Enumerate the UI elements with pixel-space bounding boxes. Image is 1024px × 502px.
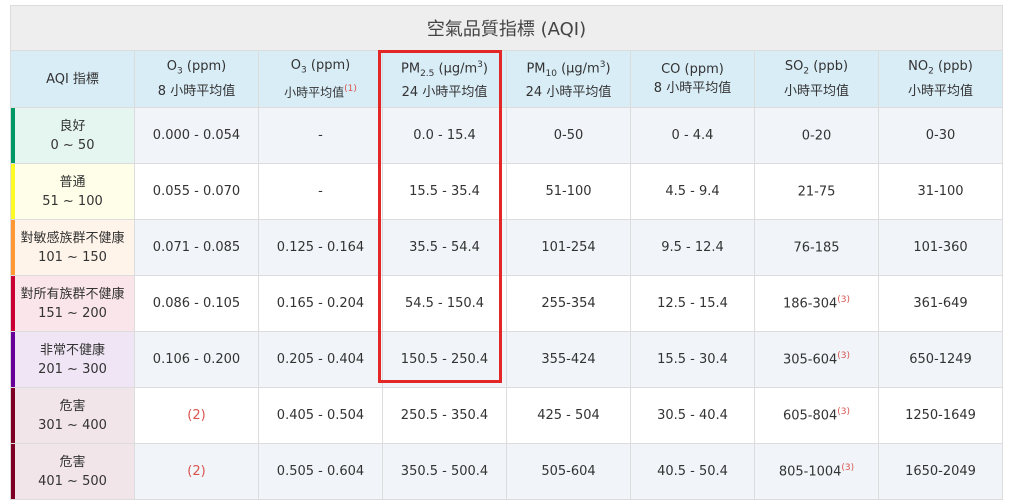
level-sensitive: 對敏感族群不健康 101 ~ 150 <box>10 219 135 276</box>
table-row: 普通 51 ~ 100 0.055 - 0.070 - 15.5 - 35.4 5… <box>10 163 1003 220</box>
header-o3-1h: O3 (ppm) 小時平均值(1) <box>258 50 383 108</box>
level-very-unhealthy: 非常不健康 201 ~ 300 <box>10 331 135 388</box>
cell-co: 15.5 - 30.4 <box>630 331 755 388</box>
cell-pm10: 425 - 504 <box>506 387 631 444</box>
cell-pm25: 250.5 - 350.4 <box>382 387 507 444</box>
cell-pm25: 35.5 - 54.4 <box>382 219 507 276</box>
cell-so2: 0-20 <box>754 107 879 164</box>
level-good: 良好 0 ~ 50 <box>10 107 135 164</box>
cell-pm25: 15.5 - 35.4 <box>382 163 507 220</box>
table-row: 危害 301 ~ 400 (2) 0.405 - 0.504 250.5 - 35… <box>10 387 1003 444</box>
header-row: AQI 指標 O3 (ppm) 8 小時平均值 O3 (ppm) 小時平均值(1… <box>10 50 1003 108</box>
cell-o3-1h: 0.125 - 0.164 <box>258 219 383 276</box>
level-hazardous: 危害 301 ~ 400 <box>10 387 135 444</box>
table-row: 非常不健康 201 ~ 300 0.106 - 0.200 0.205 - 0.4… <box>10 331 1003 388</box>
cell-no2: 1650-2049 <box>878 443 1003 500</box>
header-pm25: PM2.5 (μg/m3) 24 小時平均值 <box>382 50 507 108</box>
cell-o3-8h: (2) <box>134 443 259 500</box>
table-row: 良好 0 ~ 50 0.000 - 0.054 - 0.0 - 15.4 0-50… <box>10 107 1003 164</box>
header-no2: NO2 (ppb) 小時平均值 <box>878 50 1003 108</box>
header-co: CO (ppm) 8 小時平均值 <box>630 50 755 108</box>
cell-so2: 21-75 <box>754 163 879 220</box>
cell-o3-8h: 0.071 - 0.085 <box>134 219 259 276</box>
cell-no2: 361-649 <box>878 275 1003 332</box>
cell-o3-8h: 0.086 - 0.105 <box>134 275 259 332</box>
cell-no2: 0-30 <box>878 107 1003 164</box>
level-unhealthy: 對所有族群不健康 151 ~ 200 <box>10 275 135 332</box>
cell-so2: 76-185 <box>754 219 879 276</box>
cell-no2: 650-1249 <box>878 331 1003 388</box>
cell-co: 4.5 - 9.4 <box>630 163 755 220</box>
cell-co: 40.5 - 50.4 <box>630 443 755 500</box>
cell-o3-1h: 0.165 - 0.204 <box>258 275 383 332</box>
cell-pm25: 54.5 - 150.4 <box>382 275 507 332</box>
table-row: 危害 401 ~ 500 (2) 0.505 - 0.604 350.5 - 50… <box>10 443 1003 500</box>
cell-pm25: 150.5 - 250.4 <box>382 331 507 388</box>
cell-so2: 186-304(3) <box>754 275 879 332</box>
footnote-1: (1) <box>344 84 357 95</box>
cell-co: 0 - 4.4 <box>630 107 755 164</box>
cell-o3-1h: 0.405 - 0.504 <box>258 387 383 444</box>
cell-o3-8h: 0.055 - 0.070 <box>134 163 259 220</box>
cell-o3-8h: 0.000 - 0.054 <box>134 107 259 164</box>
cell-co: 12.5 - 15.4 <box>630 275 755 332</box>
cell-pm25: 350.5 - 500.4 <box>382 443 507 500</box>
cell-pm10: 355-424 <box>506 331 631 388</box>
table-row: 對敏感族群不健康 101 ~ 150 0.071 - 0.085 0.125 - … <box>10 219 1003 276</box>
cell-pm10: 255-354 <box>506 275 631 332</box>
header-so2: SO2 (ppb) 小時平均值 <box>754 50 879 108</box>
cell-pm10: 505-604 <box>506 443 631 500</box>
aqi-table: 空氣品質指標 (AQI) AQI 指標 O3 (ppm) 8 小時平均值 O3 … <box>10 5 1003 500</box>
cell-o3-1h: 0.205 - 0.404 <box>258 331 383 388</box>
aqi-table-container: 空氣品質指標 (AQI) AQI 指標 O3 (ppm) 8 小時平均值 O3 … <box>10 5 1003 501</box>
cell-pm25: 0.0 - 15.4 <box>382 107 507 164</box>
cell-o3-8h: 0.106 - 0.200 <box>134 331 259 388</box>
header-pm10: PM10 (μg/m3) 24 小時平均值 <box>506 50 631 108</box>
cell-o3-8h: (2) <box>134 387 259 444</box>
cell-no2: 31-100 <box>878 163 1003 220</box>
cell-pm10: 51-100 <box>506 163 631 220</box>
cell-no2: 101-360 <box>878 219 1003 276</box>
level-moderate: 普通 51 ~ 100 <box>10 163 135 220</box>
cell-o3-1h: - <box>258 107 383 164</box>
cell-so2: 305-604(3) <box>754 331 879 388</box>
cell-so2: 605-804(3) <box>754 387 879 444</box>
cell-pm10: 0-50 <box>506 107 631 164</box>
cell-o3-1h: - <box>258 163 383 220</box>
cell-so2: 805-1004(3) <box>754 443 879 500</box>
cell-o3-1h: 0.505 - 0.604 <box>258 443 383 500</box>
cell-co: 30.5 - 40.4 <box>630 387 755 444</box>
level-hazardous: 危害 401 ~ 500 <box>10 443 135 500</box>
cell-pm10: 101-254 <box>506 219 631 276</box>
header-o3-8h: O3 (ppm) 8 小時平均值 <box>134 50 259 108</box>
table-row: 對所有族群不健康 151 ~ 200 0.086 - 0.105 0.165 - … <box>10 275 1003 332</box>
cell-co: 9.5 - 12.4 <box>630 219 755 276</box>
table-title: 空氣品質指標 (AQI) <box>10 5 1003 51</box>
cell-no2: 1250-1649 <box>878 387 1003 444</box>
header-aqi: AQI 指標 <box>10 50 135 108</box>
